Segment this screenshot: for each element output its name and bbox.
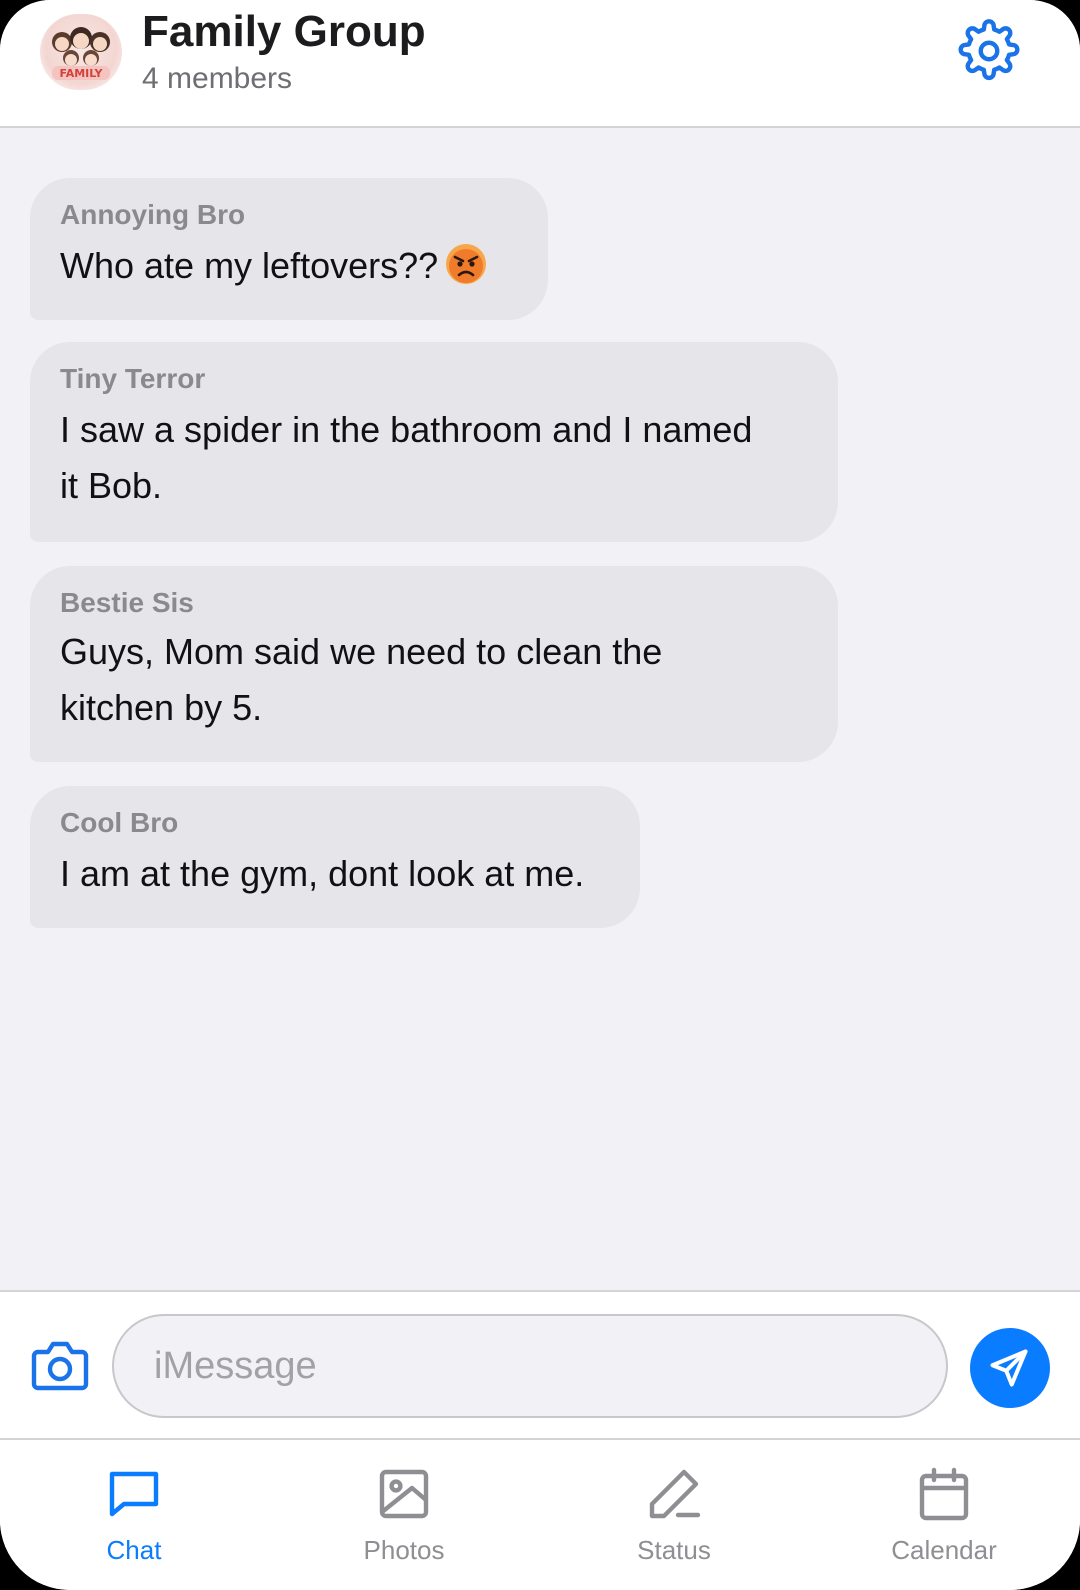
message-sender: Annoying Bro xyxy=(60,199,246,230)
tab-label: Calendar xyxy=(891,1535,997,1565)
message-bubble[interactable]: Cool Bro I am at the gym, dont look at m… xyxy=(30,786,640,928)
svg-text:FAMILY: FAMILY xyxy=(59,67,103,80)
message-list[interactable]: Annoying Bro Who ate my leftovers?? Tiny… xyxy=(0,128,1080,1290)
message-bubble[interactable]: Bestie Sis Guys, Mom said we need to cle… xyxy=(30,566,838,762)
chat-bubble-icon xyxy=(109,1471,159,1517)
message-sender: Tiny Terror xyxy=(60,363,206,394)
message-sender: Bestie Sis xyxy=(60,587,194,618)
paper-plane-icon xyxy=(990,1349,1028,1387)
send-button[interactable] xyxy=(970,1328,1050,1408)
group-avatar[interactable]: FAMILY xyxy=(40,14,122,90)
message-text-line: Guys, Mom said we need to clean the xyxy=(60,631,663,672)
camera-icon xyxy=(31,1341,89,1391)
tab-photos[interactable]: Photos xyxy=(304,1440,504,1590)
image-icon xyxy=(379,1469,429,1519)
message-text: Who ate my leftovers?? xyxy=(60,238,518,294)
message-text-line: kitchen by 5. xyxy=(60,687,263,728)
calendar-icon xyxy=(919,1467,969,1521)
gear-icon xyxy=(958,19,1020,81)
message-text-line: I saw a spider in the bathroom and I nam… xyxy=(60,409,753,450)
member-count: 4 members xyxy=(142,62,293,95)
tab-chat[interactable]: Chat xyxy=(34,1440,234,1590)
tab-bar: Chat Photos Status Calendar xyxy=(0,1440,1080,1590)
message-text: I am at the gym, dont look at me. xyxy=(60,853,585,894)
tab-label: Status xyxy=(637,1535,711,1565)
tab-label: Chat xyxy=(106,1535,162,1565)
message-bubble[interactable]: Annoying Bro Who ate my leftovers?? xyxy=(30,178,548,320)
app-screen: FAMILY Family Group 4 members Annoying B… xyxy=(0,0,1080,1590)
message-input[interactable] xyxy=(112,1314,948,1418)
pencil-icon xyxy=(649,1469,701,1519)
message-composer xyxy=(0,1290,1080,1440)
tab-calendar[interactable]: Calendar xyxy=(844,1440,1044,1590)
angry-face-icon xyxy=(446,244,487,285)
family-avatar-icon: FAMILY xyxy=(52,27,110,80)
tab-label: Photos xyxy=(363,1535,445,1565)
tab-status[interactable]: Status xyxy=(574,1440,774,1590)
message-text-line: it Bob. xyxy=(60,465,163,506)
group-title: Family Group xyxy=(142,7,426,56)
message-text-content: Who ate my leftovers?? xyxy=(60,245,439,286)
camera-button[interactable] xyxy=(28,1338,92,1394)
message-sender: Cool Bro xyxy=(60,807,179,838)
message-bubble[interactable]: Tiny Terror I saw a spider in the bathro… xyxy=(30,342,838,542)
settings-button[interactable] xyxy=(956,18,1022,84)
chat-header: FAMILY Family Group 4 members xyxy=(0,0,1080,128)
